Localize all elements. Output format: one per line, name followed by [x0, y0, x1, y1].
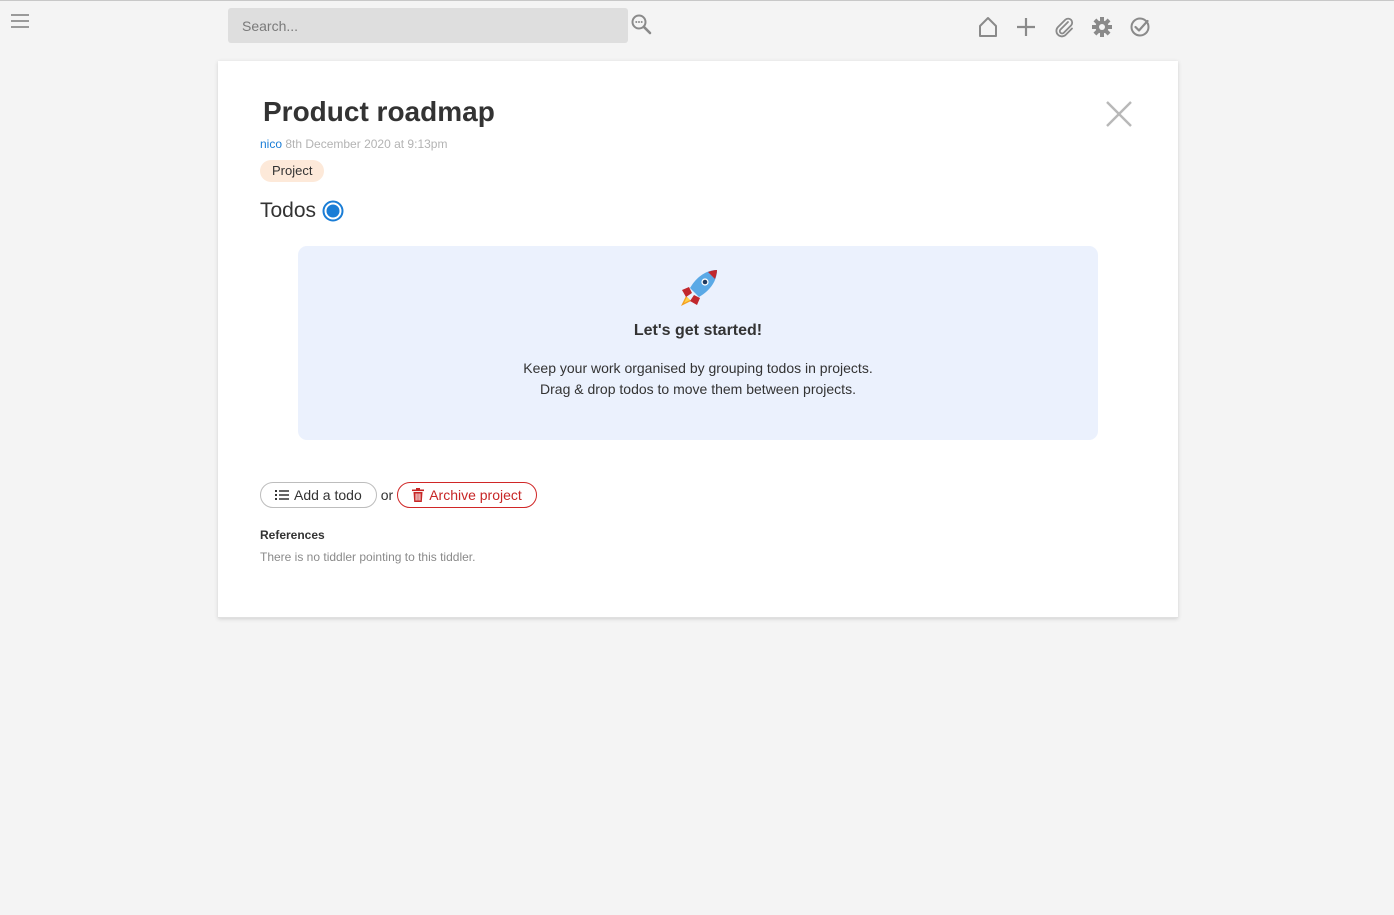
empty-state-panel: Let's get started! Keep your work organi… — [298, 246, 1098, 440]
tiddler-frame: Product roadmap nico 8th December 2020 a… — [218, 61, 1178, 618]
empty-state-line-1: Keep your work organised by grouping tod… — [523, 360, 873, 376]
tiddler-subtitle: nico 8th December 2020 at 9:13pm — [260, 137, 447, 151]
close-icon[interactable] — [1105, 100, 1133, 128]
references-text: There is no tiddler pointing to this tid… — [260, 550, 476, 564]
check-circle-icon[interactable] — [1128, 14, 1152, 40]
search-icon[interactable] — [630, 13, 652, 35]
todos-heading-label: Todos — [260, 199, 317, 222]
top-border — [0, 0, 1394, 1]
add-todo-label: Add a todo — [294, 487, 362, 503]
paperclip-icon[interactable] — [1052, 14, 1076, 40]
radio-dot-icon — [322, 200, 344, 222]
trash-icon — [412, 488, 425, 502]
empty-state-line-2: Drag & drop todos to move them between p… — [540, 381, 856, 397]
tag-project[interactable]: Project — [260, 160, 325, 182]
tiddler-title: Product roadmap — [263, 96, 495, 127]
archive-project-button[interactable]: Archive project — [397, 482, 537, 508]
references-heading: References — [260, 528, 325, 542]
archive-project-label: Archive project — [429, 487, 522, 503]
modified-date: 8th December 2020 at 9:13pm — [285, 137, 448, 151]
search-input[interactable] — [228, 8, 628, 43]
menu-icon[interactable] — [10, 12, 30, 30]
actions-row: Add a todo or Archive project — [260, 482, 537, 508]
new-tiddler-icon[interactable] — [1014, 14, 1038, 40]
list-icon — [275, 490, 289, 500]
or-text: or — [380, 487, 394, 503]
todos-heading: Todos — [260, 199, 344, 223]
home-icon[interactable] — [976, 14, 1000, 40]
gear-icon[interactable] — [1090, 14, 1114, 40]
rocket-icon — [681, 270, 717, 306]
modifier-link[interactable]: nico — [260, 137, 282, 151]
page-toolbar — [976, 14, 1152, 40]
add-todo-button[interactable]: Add a todo — [260, 482, 377, 508]
empty-state-heading: Let's get started! — [633, 322, 763, 339]
